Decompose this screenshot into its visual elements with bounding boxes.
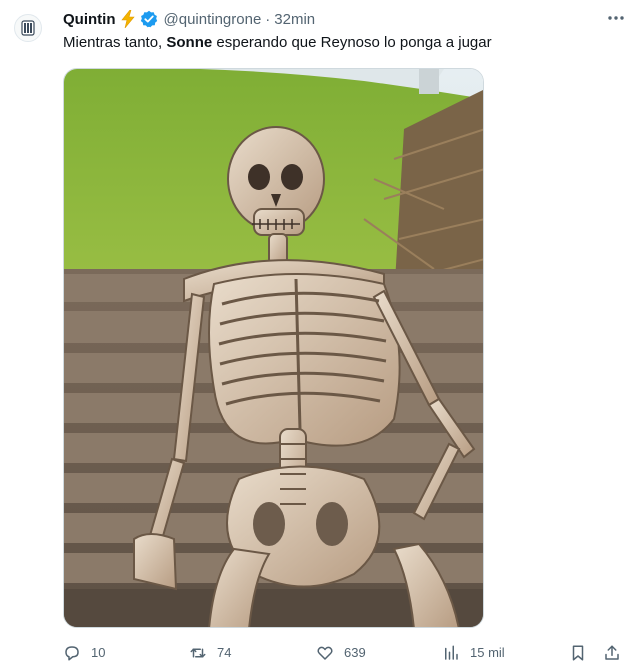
waiting-skeleton-meme-image [64, 69, 483, 627]
lightning-bolt-icon [120, 10, 136, 28]
views-button[interactable]: 15 mil [442, 640, 505, 666]
club-crest-icon [21, 20, 35, 36]
header-separator: · [265, 10, 271, 28]
tweet-timestamp[interactable]: 32min [274, 11, 315, 28]
tweet-text: Mientras tanto, Sonne esperando que Reyn… [63, 33, 492, 53]
verified-badge-icon [140, 10, 158, 28]
author-handle[interactable]: @quintingrone [164, 11, 262, 28]
views-chart-icon [445, 645, 458, 660]
like-count: 639 [344, 645, 366, 660]
views-count: 15 mil [470, 645, 505, 660]
share-icon [605, 645, 619, 660]
heart-icon [317, 646, 333, 660]
share-button[interactable] [603, 640, 621, 666]
more-dots-icon [608, 16, 624, 20]
tweet-text-bold: Sonne [166, 34, 213, 51]
tweet[interactable]: Quintin @quintingrone · 32min Mientras t… [0, 0, 640, 670]
like-button[interactable]: 639 [316, 640, 366, 666]
retweet-count: 74 [217, 645, 232, 660]
more-options-button[interactable] [604, 8, 628, 28]
retweet-button[interactable]: 74 [189, 640, 231, 666]
tweet-text-after: esperando que Reynoso lo ponga a jugar [212, 34, 492, 51]
author-display-name[interactable]: Quintin [63, 11, 116, 28]
bookmark-icon [572, 645, 584, 661]
tweet-media-image[interactable] [63, 68, 484, 628]
tweet-actions: 10 74 639 15 mil [63, 640, 633, 666]
reply-count: 10 [91, 645, 106, 660]
tweet-header: Quintin @quintingrone · 32min [63, 9, 315, 29]
reply-button[interactable]: 10 [63, 640, 105, 666]
bookmark-button[interactable] [569, 640, 587, 666]
retweet-icon [190, 648, 206, 658]
reply-icon [65, 646, 79, 661]
tweet-text-before: Mientras tanto, [63, 34, 167, 51]
avatar[interactable] [14, 14, 42, 42]
